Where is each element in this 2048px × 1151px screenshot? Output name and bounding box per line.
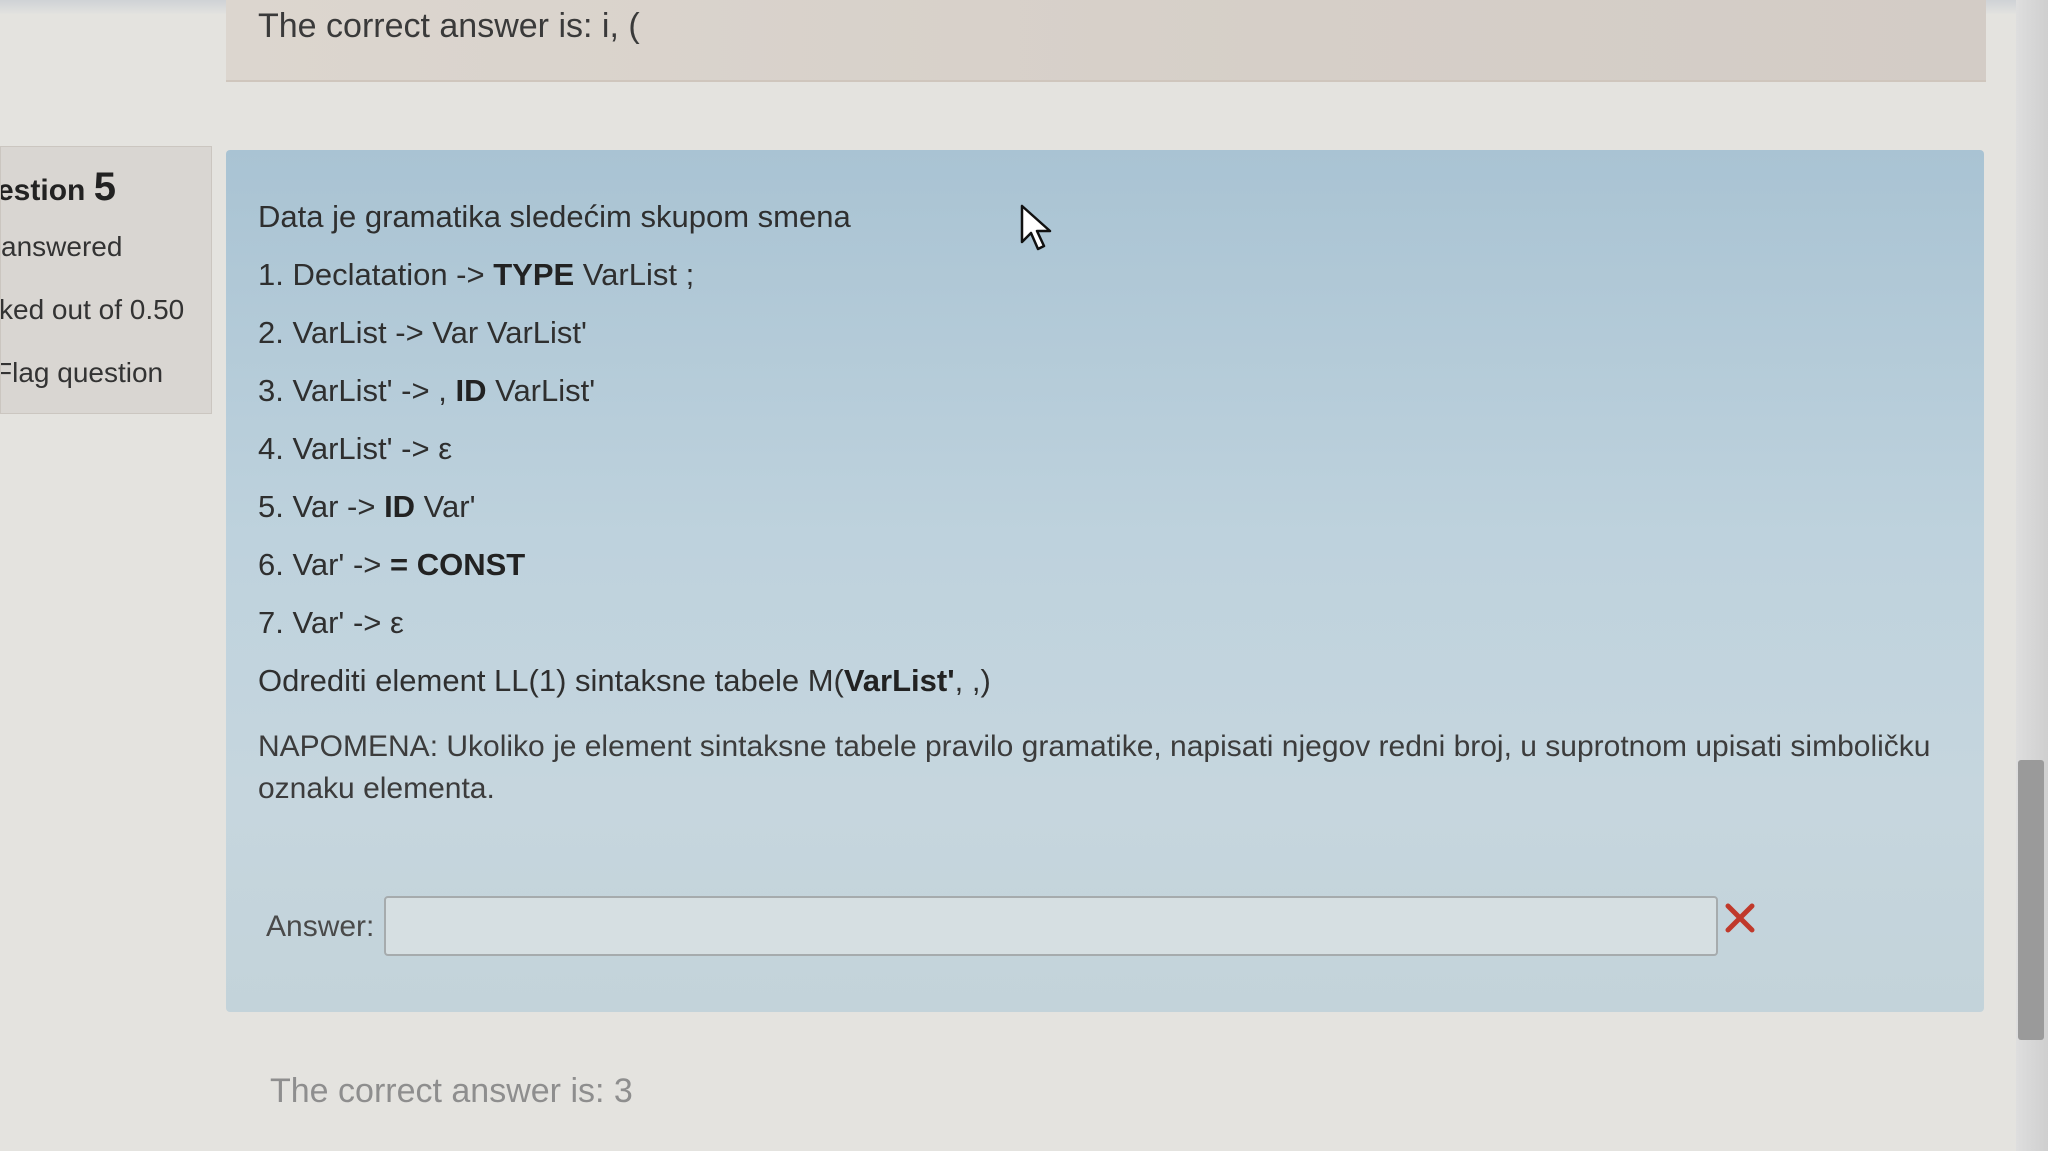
question-number: estion 5 — [0, 165, 116, 209]
question-grade: ked out of 0.50 — [0, 294, 185, 325]
question-number-value: 5 — [93, 165, 116, 209]
question-info-panel: estion 5 answered ked out of 0.50 Flag q… — [0, 146, 212, 414]
scrollbar-thumb[interactable] — [2018, 760, 2044, 1040]
question-intro: Data je gramatika sledećim skupom smena — [258, 199, 851, 234]
grammar-rule: 5. Var -> ID Var' — [258, 489, 476, 524]
grammar-rule: 4. VarList' -> ε — [258, 431, 453, 466]
question-content-box: Data je gramatika sledećim skupom smena … — [226, 150, 1984, 1012]
question-note: NAPOMENA: Ukoliko je element sintaksne t… — [258, 730, 1931, 805]
previous-correct-answer: The correct answer is: i, ( — [258, 7, 640, 45]
question-text: Data je gramatika sledećim skupom smena … — [258, 188, 1958, 810]
answer-label: Answer: — [266, 910, 375, 943]
grammar-rule: 2. VarList -> Var VarList' — [258, 315, 587, 350]
grammar-rule: 1. Declatation -> TYPE VarList ; — [258, 257, 695, 292]
grammar-rule: 3. VarList' -> , ID VarList' — [258, 373, 596, 408]
cross-icon — [1725, 903, 1755, 933]
correct-answer-feedback: The correct answer is: 3 — [270, 1072, 633, 1110]
previous-question-feedback: The correct answer is: i, ( — [226, 0, 1986, 82]
question-state: answered — [1, 231, 123, 262]
mouse-cursor-icon — [1020, 204, 1052, 251]
grammar-rules: 1. Declatation -> TYPE VarList ; 2. VarLi… — [258, 246, 1958, 652]
flag-question-link[interactable]: Flag question — [1, 357, 163, 389]
answer-input[interactable] — [384, 896, 1718, 956]
grammar-rule: 6. Var' -> = CONST — [258, 547, 526, 582]
grammar-rule: 7. Var' -> ε — [258, 605, 404, 640]
question-task: Odrediti element LL(1) sintaksne tabele … — [258, 663, 991, 698]
